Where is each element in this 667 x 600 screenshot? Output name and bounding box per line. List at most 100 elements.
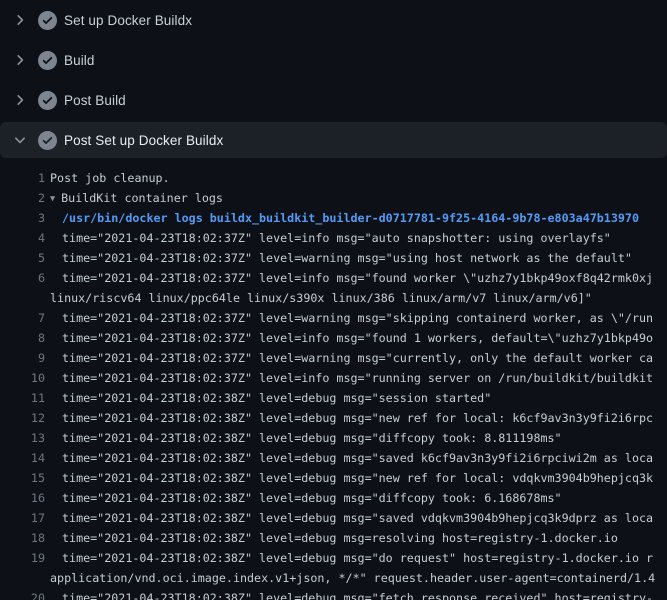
log-text: time="2021-04-23T18:02:38Z" level=debug … [62, 431, 562, 445]
log-line-text: time="2021-04-23T18:02:37Z" level=warnin… [50, 248, 632, 268]
log-line-number[interactable]: 12 [0, 408, 45, 428]
log-line: 2 ▼ BuildKit container logs [0, 188, 667, 208]
log-line-text: time="2021-04-23T18:02:38Z" level=debug … [50, 508, 653, 528]
step-label: Build [64, 53, 95, 68]
step-row[interactable]: Set up Docker Buildx [0, 0, 667, 40]
step-label: Post Set up Docker Buildx [64, 133, 223, 148]
log-text: time="2021-04-23T18:02:37Z" level=info m… [62, 271, 653, 285]
log-line: 14 time="2021-04-23T18:02:38Z" level=deb… [0, 448, 667, 468]
log-line: 7 time="2021-04-23T18:02:37Z" level=warn… [0, 308, 667, 328]
log-line-number[interactable]: 3 [0, 208, 45, 228]
step-label: Set up Docker Buildx [64, 13, 192, 28]
step-row[interactable]: Post Build [0, 80, 667, 120]
chevron-right-icon[interactable] [12, 12, 28, 28]
log-line-text: linux/riscv64 linux/ppc64le linux/s390x … [50, 288, 592, 308]
log-line: 6 time="2021-04-23T18:02:37Z" level=info… [0, 268, 667, 288]
log-line: 17 time="2021-04-23T18:02:38Z" level=deb… [0, 508, 667, 528]
log-line-number[interactable]: 18 [0, 528, 45, 548]
log-line-text: time="2021-04-23T18:02:38Z" level=debug … [50, 528, 618, 548]
log-text: /usr/bin/docker logs buildx_buildkit_bui… [62, 211, 639, 225]
step-label: Post Build [64, 93, 126, 108]
log-text: application/vnd.oci.image.index.v1+json,… [50, 571, 655, 585]
log-line-number[interactable]: 17 [0, 508, 45, 528]
log-text: time="2021-04-23T18:02:38Z" level=debug … [62, 491, 562, 505]
log-line-text: time="2021-04-23T18:02:37Z" level=warnin… [50, 308, 653, 328]
step-row[interactable]: Build [0, 40, 667, 80]
steps-list: Set up Docker Buildx Build Post Build Po… [0, 0, 667, 158]
check-circle-icon [38, 11, 57, 30]
log-text: time="2021-04-23T18:02:37Z" level=info m… [62, 331, 653, 345]
log-line: 8 time="2021-04-23T18:02:37Z" level=info… [0, 328, 667, 348]
log-text: time="2021-04-23T18:02:38Z" level=debug … [62, 531, 618, 545]
log-line-text: application/vnd.oci.image.index.v1+json,… [50, 568, 655, 588]
step-row[interactable]: Post Set up Docker Buildx [0, 122, 667, 158]
chevron-down-icon[interactable] [12, 132, 28, 148]
log-line-text: /usr/bin/docker logs buildx_buildkit_bui… [50, 208, 639, 228]
log-line-text: time="2021-04-23T18:02:38Z" level=debug … [50, 388, 491, 408]
log-text: time="2021-04-23T18:02:37Z" level=info m… [62, 231, 611, 245]
log-line-number[interactable]: 7 [0, 308, 45, 328]
log-line-text: time="2021-04-23T18:02:38Z" level=debug … [50, 468, 653, 488]
log-line-number[interactable]: 4 [0, 228, 45, 248]
log-line-text: time="2021-04-23T18:02:38Z" level=debug … [50, 488, 562, 508]
log-text: Post job cleanup. [50, 171, 170, 185]
check-circle-icon [38, 91, 57, 110]
log-line: 18 time="2021-04-23T18:02:38Z" level=deb… [0, 528, 667, 548]
log-line-number[interactable] [0, 288, 45, 308]
group-toggle-icon[interactable]: ▼ [50, 189, 55, 208]
log-line-text: time="2021-04-23T18:02:37Z" level=info m… [50, 328, 653, 348]
log-text: time="2021-04-23T18:02:37Z" level=info m… [62, 371, 653, 385]
log-line: 9 time="2021-04-23T18:02:37Z" level=warn… [0, 348, 667, 368]
log-text: time="2021-04-23T18:02:38Z" level=debug … [62, 391, 491, 405]
log-line-text: Post job cleanup. [50, 168, 170, 188]
log-line-number[interactable]: 9 [0, 348, 45, 368]
log-text: time="2021-04-23T18:02:38Z" level=debug … [62, 551, 653, 565]
check-circle-icon [38, 131, 57, 150]
log-line-number[interactable]: 8 [0, 328, 45, 348]
log-line-text: time="2021-04-23T18:02:38Z" level=debug … [50, 588, 653, 600]
log-line-text: time="2021-04-23T18:02:38Z" level=debug … [50, 428, 562, 448]
log-line: 3 /usr/bin/docker logs buildx_buildkit_b… [0, 208, 667, 228]
log-line-text: ▼ BuildKit container logs [50, 188, 223, 208]
check-circle-icon [38, 51, 57, 70]
log-line-number[interactable]: 13 [0, 428, 45, 448]
actions-log-viewer: Set up Docker Buildx Build Post Build Po… [0, 0, 667, 600]
log-line: 4 time="2021-04-23T18:02:37Z" level=info… [0, 228, 667, 248]
log-line: 13 time="2021-04-23T18:02:38Z" level=deb… [0, 428, 667, 448]
log-text: time="2021-04-23T18:02:37Z" level=warnin… [62, 311, 653, 325]
chevron-right-icon[interactable] [12, 92, 28, 108]
log-text: BuildKit container logs [61, 191, 223, 205]
log-text: time="2021-04-23T18:02:38Z" level=debug … [62, 411, 653, 425]
log-line-text: time="2021-04-23T18:02:38Z" level=debug … [50, 548, 653, 568]
log-text: time="2021-04-23T18:02:38Z" level=debug … [62, 451, 653, 465]
log-line-text: time="2021-04-23T18:02:37Z" level=info m… [50, 368, 653, 388]
log-line-text: time="2021-04-23T18:02:37Z" level=info m… [50, 268, 653, 288]
log-line-number[interactable]: 20 [0, 588, 45, 600]
log-line-text: time="2021-04-23T18:02:37Z" level=info m… [50, 228, 611, 248]
log-text: time="2021-04-23T18:02:38Z" level=debug … [62, 471, 653, 485]
log-line-number[interactable]: 19 [0, 548, 45, 568]
log-line: 15 time="2021-04-23T18:02:38Z" level=deb… [0, 468, 667, 488]
log-output: 1 Post job cleanup. 2 ▼ BuildKit containe… [0, 160, 667, 600]
log-line: 11 time="2021-04-23T18:02:38Z" level=deb… [0, 388, 667, 408]
log-line-number[interactable]: 16 [0, 488, 45, 508]
log-line: 20 time="2021-04-23T18:02:38Z" level=deb… [0, 588, 667, 600]
log-line-number[interactable]: 14 [0, 448, 45, 468]
log-text: time="2021-04-23T18:02:37Z" level=warnin… [62, 351, 653, 365]
log-line-number[interactable]: 10 [0, 368, 45, 388]
chevron-right-icon[interactable] [12, 52, 28, 68]
log-line-number[interactable]: 2 [0, 188, 45, 208]
log-line-number[interactable] [0, 568, 45, 588]
log-line-number[interactable]: 11 [0, 388, 45, 408]
log-line: 10 time="2021-04-23T18:02:37Z" level=inf… [0, 368, 667, 388]
log-text: time="2021-04-23T18:02:38Z" level=debug … [62, 511, 653, 525]
log-text: time="2021-04-23T18:02:37Z" level=warnin… [62, 251, 632, 265]
log-line-number[interactable]: 15 [0, 468, 45, 488]
log-line: 19 time="2021-04-23T18:02:38Z" level=deb… [0, 548, 667, 568]
log-line-number[interactable]: 1 [0, 168, 45, 188]
log-line-number[interactable]: 5 [0, 248, 45, 268]
log-text: linux/riscv64 linux/ppc64le linux/s390x … [50, 291, 592, 305]
log-line-number[interactable]: 6 [0, 268, 45, 288]
log-line: linux/riscv64 linux/ppc64le linux/s390x … [0, 288, 667, 308]
log-line: 12 time="2021-04-23T18:02:38Z" level=deb… [0, 408, 667, 428]
